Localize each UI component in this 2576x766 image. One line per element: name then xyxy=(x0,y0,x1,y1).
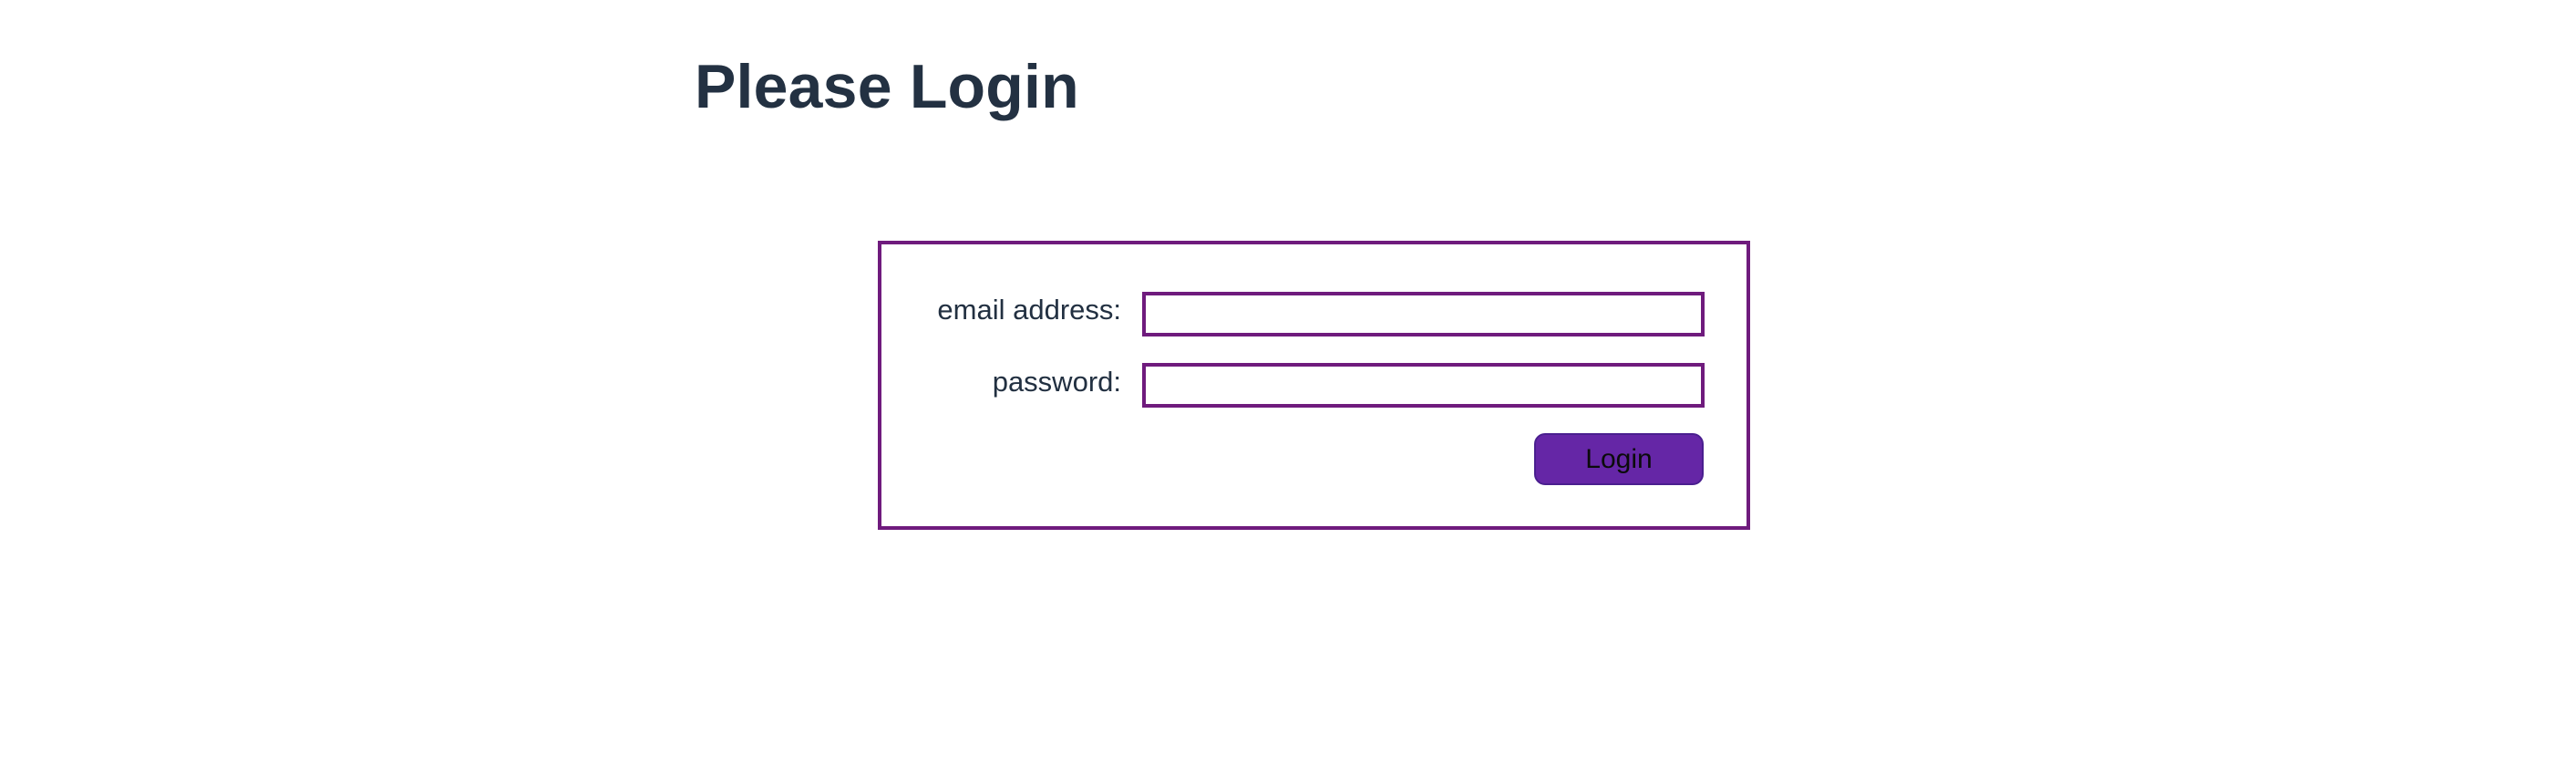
login-button[interactable]: Login xyxy=(1534,433,1704,485)
page-title: Please Login xyxy=(695,52,1079,121)
password-label: password: xyxy=(992,366,1121,398)
email-label: email address: xyxy=(937,294,1121,326)
login-form: email address: password: Login xyxy=(878,241,1750,530)
email-field[interactable] xyxy=(1142,292,1705,336)
password-field[interactable] xyxy=(1142,363,1705,408)
